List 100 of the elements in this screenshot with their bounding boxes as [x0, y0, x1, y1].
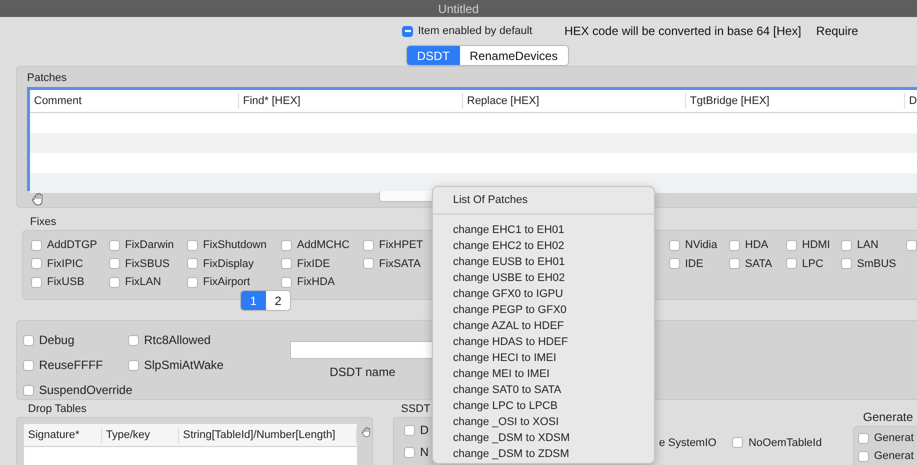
drop-tables-table[interactable]: Signature* Type/key String[TableId]/Number[Length]: [24, 424, 357, 465]
checkbox[interactable]: [109, 240, 120, 251]
checkbox[interactable]: [858, 432, 869, 444]
checkbox-label: FixDisplay: [203, 258, 254, 270]
column-header[interactable]: String[TableId]/Number[Length]: [179, 427, 357, 443]
group-title: Generate: [862, 409, 914, 426]
column-header[interactable]: Find* [HEX]: [239, 93, 463, 109]
checkbox-label: Generat: [874, 432, 914, 444]
checkbox-label: e SystemIO: [659, 436, 716, 448]
checkbox[interactable]: [31, 258, 42, 270]
menu-item[interactable]: change HDAS to HDEF: [433, 334, 654, 350]
checkbox[interactable]: [31, 240, 42, 251]
checkbox-label: AddDTGP: [47, 239, 98, 252]
checkbox-label: SATA: [745, 258, 772, 270]
checkbox[interactable]: [31, 276, 42, 288]
checkbox-label: IDE: [685, 258, 704, 270]
menu-item[interactable]: change _OSI to XOSI: [433, 414, 654, 430]
checkbox[interactable]: [281, 240, 292, 251]
checkbox-label: FixHDA: [297, 276, 335, 288]
column-header[interactable]: TgtBridge [HEX]: [686, 93, 905, 109]
menu-item[interactable]: change EHC1 to EH01: [433, 222, 654, 238]
checkbox-label: FixLAN: [125, 276, 162, 288]
checkbox-label: FixSATA: [379, 258, 421, 270]
menu-item[interactable]: change MEI to IMEI: [433, 366, 654, 382]
menu-item[interactable]: change _DSM to ZDSM: [433, 446, 654, 462]
hand-icon[interactable]: [31, 192, 45, 206]
checkbox[interactable]: [404, 424, 415, 436]
column-header[interactable]: Replace [HEX]: [463, 93, 686, 109]
checkbox[interactable]: [786, 240, 797, 251]
menu-item[interactable]: change LPC to LPCB: [433, 398, 654, 414]
checkbox-label: FixDarwin: [125, 239, 174, 252]
menu-item[interactable]: change PEGP to GFX0: [433, 302, 654, 318]
checkbox-label: FixIPIC: [47, 258, 84, 270]
checkbox-label: SlpSmiAtWake: [144, 358, 224, 372]
menu-item[interactable]: change _DSM to XDSM: [433, 430, 654, 446]
checkbox-label: SmBUS: [857, 258, 896, 270]
checkbox[interactable]: [109, 276, 120, 288]
column-header[interactable]: Comment: [30, 93, 239, 109]
dsdt-name-field[interactable]: [290, 341, 435, 359]
checkbox[interactable]: [402, 26, 413, 36]
checkbox[interactable]: [732, 437, 744, 448]
checkbox[interactable]: [187, 240, 198, 251]
checkbox-label: HDA: [745, 239, 768, 252]
checkbox[interactable]: [363, 240, 374, 251]
group-title: Drop Tables: [27, 402, 88, 417]
checkbox[interactable]: [858, 450, 869, 462]
checkbox-label: ReuseFFFF: [39, 358, 104, 372]
menu-item[interactable]: change SAT0 to SATA: [433, 382, 654, 398]
checkbox[interactable]: [187, 276, 198, 288]
page-tab[interactable]: 1: [241, 291, 266, 310]
checkbox-label: FixAirport: [203, 276, 250, 288]
checkbox-label: SuspendOverride: [39, 383, 132, 397]
column-header[interactable]: Type/key: [102, 427, 179, 443]
checkbox[interactable]: [669, 258, 680, 270]
menu-item[interactable]: change HECI to IMEI: [433, 350, 654, 366]
require-note: Require: [816, 24, 858, 38]
checkbox-label: Rtc8Allowed: [144, 333, 211, 347]
menu-title: List Of Patches: [433, 187, 654, 215]
checkbox[interactable]: [23, 384, 34, 396]
checkbox[interactable]: [404, 446, 415, 458]
menu-item[interactable]: change EUSB to EH01: [433, 254, 654, 270]
checkbox[interactable]: [729, 240, 740, 251]
checkbox-label: LAN: [857, 239, 878, 252]
menu-item[interactable]: change AZAL to HDEF: [433, 318, 654, 334]
checkbox-label: N: [420, 445, 429, 459]
checkbox[interactable]: [128, 360, 139, 370]
checkbox-label: NoOemTableId: [748, 436, 822, 448]
column-header[interactable]: D: [905, 93, 917, 109]
checkbox[interactable]: [128, 334, 139, 346]
checkbox[interactable]: [841, 258, 852, 270]
checkbox[interactable]: [669, 240, 680, 251]
checkbox[interactable]: [729, 258, 740, 270]
hand-icon[interactable]: [361, 425, 372, 439]
checkbox-label: FixUSB: [47, 276, 84, 288]
checkbox-label: HDMI: [802, 239, 830, 252]
column-header[interactable]: Signature*: [24, 427, 102, 443]
tab[interactable]: DSDT: [407, 46, 460, 65]
checkbox[interactable]: [187, 258, 198, 270]
checkbox-label: LPC: [802, 258, 824, 270]
checkbox[interactable]: [23, 334, 34, 346]
checkbox[interactable]: [281, 258, 292, 270]
checkbox-label: FixHPET: [379, 239, 423, 252]
patches-table[interactable]: Comment Find* [HEX] Replace [HEX] TgtBridge [HEX] D: [27, 87, 917, 191]
checkbox[interactable]: [906, 240, 917, 251]
checkbox-label: NVidia: [685, 239, 718, 252]
checkbox[interactable]: [281, 276, 292, 288]
checkbox[interactable]: [363, 258, 374, 270]
menu-item[interactable]: change EHC2 to EH02: [433, 238, 654, 254]
checkbox[interactable]: [23, 360, 34, 370]
menu-item[interactable]: change USBE to EH02: [433, 270, 654, 286]
checkbox-label: D: [420, 423, 429, 437]
checkbox[interactable]: [109, 258, 120, 270]
menu-item[interactable]: change GFX0 to IGPU: [433, 286, 654, 302]
checkbox[interactable]: [841, 240, 852, 251]
checkbox-label: FixIDE: [297, 258, 330, 270]
checkbox-label: Debug: [39, 333, 74, 347]
checkbox[interactable]: [786, 258, 797, 270]
checkbox-label: FixShutdown: [203, 239, 267, 252]
checkbox-label: AddMCHC: [297, 239, 350, 252]
hex-note: HEX code will be converted in base 64 [Hex]: [564, 24, 802, 38]
